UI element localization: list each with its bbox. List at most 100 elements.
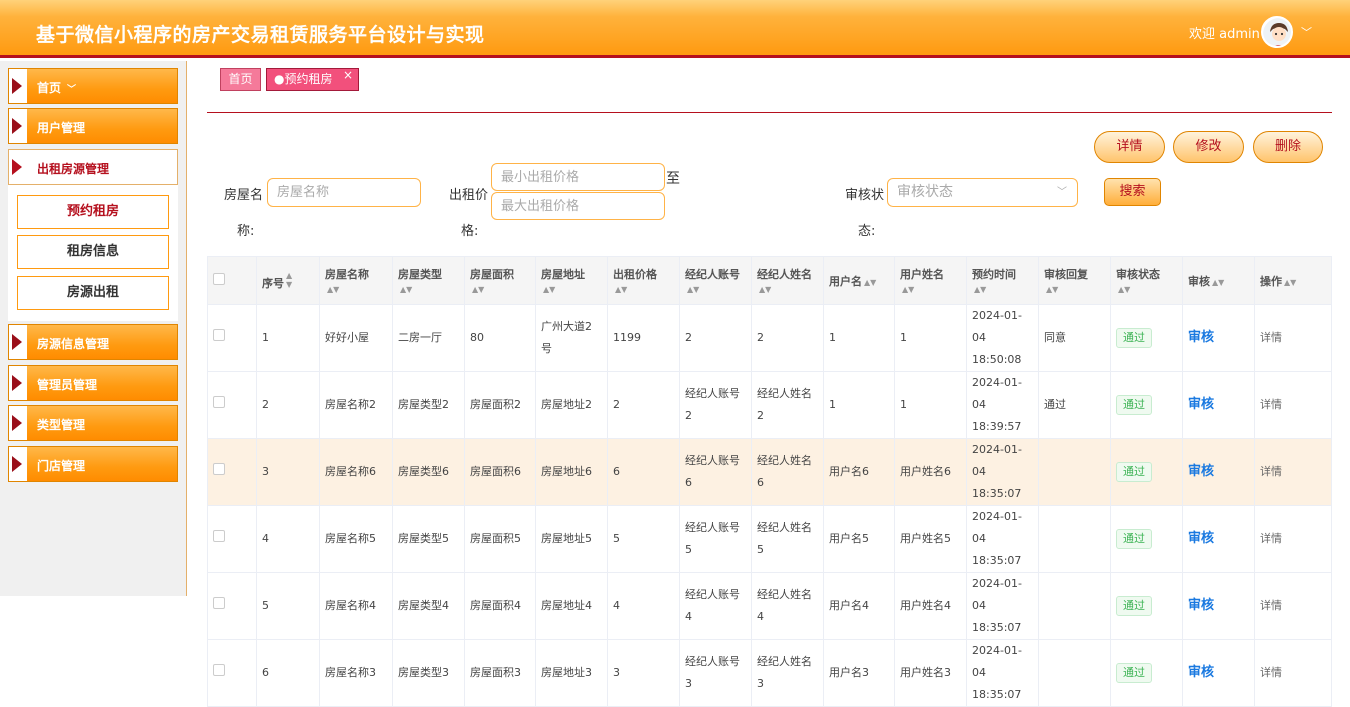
- row-checkbox[interactable]: [213, 463, 225, 475]
- sidebar-item-store-mgmt[interactable]: 门店管理: [8, 446, 178, 482]
- row-detail-button[interactable]: 详情: [1260, 532, 1282, 545]
- cell-area: 房屋面积2: [464, 371, 536, 439]
- col-header[interactable]: 用户姓名 ▲▼: [894, 256, 967, 305]
- row-select-cell[interactable]: [207, 639, 257, 707]
- breadcrumb-home[interactable]: 首页: [220, 68, 261, 91]
- audit-link[interactable]: 审核: [1188, 330, 1214, 345]
- col-header[interactable]: 操作 ▲▼: [1254, 256, 1332, 305]
- table-row[interactable]: 6 房屋名称3 房屋类型3 房屋面积3 房屋地址3 3 经纪人账号3 经纪人姓名3 用户名3 用户…: [207, 639, 1332, 707]
- cell-agent-acc: 经纪人账号5: [679, 505, 752, 573]
- chevron-down-icon[interactable]: ﹀: [1301, 24, 1312, 40]
- col-header[interactable]: 房屋类型 ▲▼: [392, 256, 465, 305]
- status-select[interactable]: 审核状态 ﹀: [887, 178, 1078, 207]
- cell-status: 通过: [1110, 438, 1183, 506]
- cell-time: 2024-01-04 18:35:07: [966, 639, 1039, 707]
- row-select-cell[interactable]: [207, 572, 257, 640]
- cell-op: 详情: [1254, 371, 1332, 439]
- submenu-item-lease[interactable]: 房源出租: [17, 276, 169, 310]
- max-price-input[interactable]: 最大出租价格: [491, 192, 665, 220]
- row-select-cell[interactable]: [207, 304, 257, 372]
- sidebar-item-admin-mgmt[interactable]: 管理员管理: [8, 365, 178, 401]
- sidebar-item-type-mgmt[interactable]: 类型管理: [8, 405, 178, 441]
- row-select-cell[interactable]: [207, 371, 257, 439]
- cell-agent-name: 经纪人姓名6: [751, 438, 824, 506]
- audit-link[interactable]: 审核: [1188, 598, 1214, 613]
- sort-icon: ▲▼: [400, 285, 413, 294]
- cell-status: 通过: [1110, 304, 1183, 372]
- col-header[interactable]: 房屋地址 ▲▼: [535, 256, 608, 305]
- cell-no: 3: [256, 438, 320, 506]
- min-price-input[interactable]: 最小出租价格: [491, 163, 665, 191]
- status-badge: 通过: [1116, 529, 1152, 549]
- audit-link[interactable]: 审核: [1188, 531, 1214, 546]
- row-detail-button[interactable]: 详情: [1260, 666, 1282, 679]
- sidebar-item-home[interactable]: 首页 ﹀: [8, 68, 178, 104]
- house-name-input[interactable]: 房屋名称: [267, 178, 421, 207]
- sort-icon: ▲▼: [687, 285, 700, 294]
- avatar[interactable]: [1261, 16, 1293, 48]
- cell-price: 1199: [607, 304, 680, 372]
- status-label: 审核状: [845, 188, 885, 203]
- sort-icon: ▲▼: [472, 285, 485, 294]
- submenu-item-rent-info[interactable]: 租房信息: [17, 235, 169, 269]
- detail-button[interactable]: 详情: [1094, 131, 1165, 163]
- cell-type: 房屋类型6: [392, 438, 465, 506]
- cell-audit: 审核: [1182, 371, 1255, 439]
- col-header[interactable]: 经纪人账号 ▲▼: [679, 256, 752, 305]
- col-header[interactable]: 审核回复 ▲▼: [1038, 256, 1111, 305]
- breadcrumb-current-tab[interactable]: ●预约租房 ×: [266, 68, 359, 91]
- col-header[interactable]: 经纪人姓名 ▲▼: [751, 256, 824, 305]
- sidebar-item-house-info[interactable]: 房源信息管理: [8, 324, 178, 360]
- sidebar-item-user-mgmt[interactable]: 用户管理: [8, 108, 178, 144]
- cell-user-name: 用户姓名3: [894, 639, 967, 707]
- cell-name: 房屋名称3: [319, 639, 393, 707]
- col-header[interactable]: 房屋面积 ▲▼: [464, 256, 536, 305]
- audit-link[interactable]: 审核: [1188, 397, 1214, 412]
- select-all-checkbox[interactable]: [213, 273, 225, 285]
- col-header[interactable]: 预约时间 ▲▼: [966, 256, 1039, 305]
- row-detail-button[interactable]: 详情: [1260, 398, 1282, 411]
- edit-button[interactable]: 修改: [1173, 131, 1244, 163]
- row-select-cell[interactable]: [207, 505, 257, 573]
- col-header[interactable]: 用户名 ▲▼: [823, 256, 895, 305]
- cell-price: 3: [607, 639, 680, 707]
- row-checkbox[interactable]: [213, 329, 225, 341]
- row-detail-button[interactable]: 详情: [1260, 465, 1282, 478]
- close-icon[interactable]: ×: [343, 65, 353, 86]
- cell-op: 详情: [1254, 639, 1332, 707]
- table-row[interactable]: 4 房屋名称5 房屋类型5 房屋面积5 房屋地址5 5 经纪人账号5 经纪人姓名5 用户名5 用户…: [207, 505, 1332, 573]
- col-header[interactable]: 审核状态 ▲▼: [1110, 256, 1183, 305]
- table-row[interactable]: 3 房屋名称6 房屋类型6 房屋面积6 房屋地址6 6 经纪人账号6 经纪人姓名6 用户名6 用户…: [207, 438, 1332, 506]
- status-badge: 通过: [1116, 328, 1152, 348]
- row-checkbox[interactable]: [213, 530, 225, 542]
- submenu-item-reserve[interactable]: 预约租房: [17, 195, 169, 229]
- cell-area: 80: [464, 304, 536, 372]
- row-checkbox[interactable]: [213, 396, 225, 408]
- cell-name: 房屋名称2: [319, 371, 393, 439]
- cell-agent-name: 经纪人姓名3: [751, 639, 824, 707]
- table-row[interactable]: 2 房屋名称2 房屋类型2 房屋面积2 房屋地址2 2 经纪人账号2 经纪人姓名2 1 1 2024…: [207, 371, 1332, 439]
- row-checkbox[interactable]: [213, 597, 225, 609]
- cell-op: 详情: [1254, 438, 1332, 506]
- cell-user-name: 用户姓名5: [894, 505, 967, 573]
- col-header[interactable]: 序号▲ ▼: [256, 256, 320, 305]
- table-row[interactable]: 1 好好小屋 二房一厅 80 广州大道2号 1199 2 2 1 1 2024-01-04 18:5…: [207, 304, 1332, 372]
- row-detail-button[interactable]: 详情: [1260, 331, 1282, 344]
- search-button[interactable]: 搜索: [1104, 178, 1161, 206]
- col-header[interactable]: 房屋名称 ▲▼: [319, 256, 393, 305]
- cell-type: 房屋类型5: [392, 505, 465, 573]
- row-checkbox[interactable]: [213, 664, 225, 676]
- table-row[interactable]: 5 房屋名称4 房屋类型4 房屋面积4 房屋地址4 4 经纪人账号4 经纪人姓名4 用户名4 用户…: [207, 572, 1332, 640]
- col-header[interactable]: 出租价格 ▲▼: [607, 256, 680, 305]
- row-detail-button[interactable]: 详情: [1260, 599, 1282, 612]
- select-all-cell[interactable]: [207, 256, 257, 305]
- col-header[interactable]: 审核 ▲▼: [1182, 256, 1255, 305]
- delete-button[interactable]: 删除: [1253, 131, 1323, 163]
- audit-link[interactable]: 审核: [1188, 464, 1214, 479]
- cell-reply: [1038, 505, 1111, 573]
- audit-link[interactable]: 审核: [1188, 665, 1214, 680]
- row-select-cell[interactable]: [207, 438, 257, 506]
- sidebar-item-rental-mgmt[interactable]: 出租房源管理: [8, 149, 178, 185]
- cell-op: 详情: [1254, 572, 1332, 640]
- menu-arrow-icon: [9, 447, 27, 481]
